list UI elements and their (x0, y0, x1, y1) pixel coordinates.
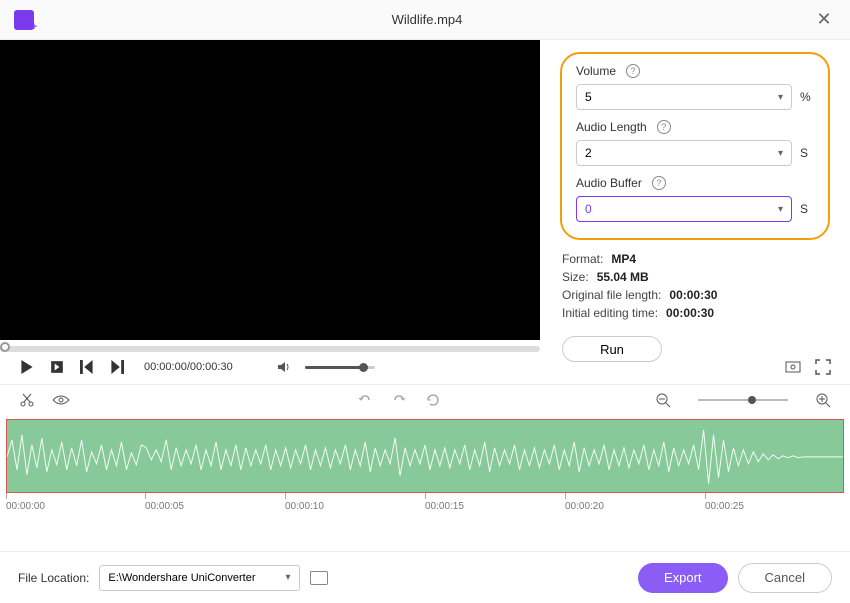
zoom-out-icon[interactable] (654, 391, 672, 409)
eye-icon[interactable] (52, 391, 70, 409)
seek-thumb[interactable] (0, 342, 10, 352)
playback-time: 00:00:00/00:00:30 (144, 361, 233, 373)
volume-slider[interactable] (305, 366, 375, 369)
run-button[interactable]: Run (562, 336, 662, 362)
chevron-down-icon: ▾ (778, 148, 783, 159)
audio-buffer-select[interactable]: 0 ▾ (576, 196, 792, 222)
audio-buffer-unit: S (800, 202, 814, 216)
audio-length-select[interactable]: 2 ▾ (576, 140, 792, 166)
cancel-button[interactable]: Cancel (738, 563, 832, 593)
close-icon[interactable]: ✕ (812, 8, 836, 32)
audio-length-unit: S (800, 146, 814, 160)
fullscreen-icon[interactable] (814, 358, 832, 376)
format-value: MP4 (611, 252, 636, 266)
file-location-value: E:\Wondershare UniConverter (108, 572, 255, 584)
size-value: 55.04 MB (597, 270, 649, 284)
volume-thumb[interactable] (359, 363, 368, 372)
volume-unit: % (800, 90, 814, 104)
chevron-down-icon: ▾ (286, 572, 291, 583)
chevron-down-icon: ▾ (778, 204, 783, 215)
seek-slider[interactable] (0, 346, 540, 352)
help-icon[interactable]: ? (657, 120, 671, 134)
help-icon[interactable]: ? (652, 176, 666, 190)
file-location-label: File Location: (18, 571, 89, 585)
format-label: Format: (562, 252, 603, 266)
next-icon[interactable] (108, 358, 126, 376)
window-title: Wildlife.mp4 (42, 12, 812, 27)
volume-value: 5 (585, 90, 592, 104)
timeline-ruler: 00:00:00 00:00:05 00:00:10 00:00:15 00:0… (0, 493, 850, 515)
redo-icon[interactable] (390, 391, 408, 409)
zoom-in-icon[interactable] (814, 391, 832, 409)
undo-icon[interactable] (356, 391, 374, 409)
help-icon[interactable]: ? (626, 64, 640, 78)
init-time-label: Initial editing time: (562, 306, 658, 320)
chevron-down-icon: ▾ (778, 92, 783, 103)
waveform-track[interactable] (6, 419, 844, 493)
app-icon (14, 10, 34, 30)
prev-icon[interactable] (78, 358, 96, 376)
play-icon[interactable] (18, 358, 36, 376)
zoom-thumb[interactable] (748, 396, 756, 404)
zoom-slider[interactable] (698, 399, 788, 401)
file-location-select[interactable]: E:\Wondershare UniConverter ▾ (99, 565, 299, 591)
orig-len-value: 00:00:30 (669, 288, 717, 302)
folder-icon[interactable] (310, 571, 328, 585)
size-label: Size: (562, 270, 589, 284)
refresh-icon[interactable] (424, 391, 442, 409)
video-preview[interactable] (0, 40, 540, 340)
audio-length-value: 2 (585, 146, 592, 160)
init-time-value: 00:00:30 (666, 306, 714, 320)
volume-label: Volume (576, 64, 616, 78)
cut-icon[interactable] (18, 391, 36, 409)
audio-buffer-label: Audio Buffer (576, 176, 642, 190)
stop-icon[interactable] (48, 358, 66, 376)
export-button[interactable]: Export (638, 563, 728, 593)
audio-buffer-value: 0 (585, 202, 592, 216)
audio-settings-group: Volume ? 5 ▾ % Audio Length ? (560, 52, 830, 240)
volume-icon[interactable] (275, 358, 293, 376)
volume-select[interactable]: 5 ▾ (576, 84, 792, 110)
orig-len-label: Original file length: (562, 288, 661, 302)
snapshot-icon[interactable] (784, 358, 802, 376)
audio-length-label: Audio Length (576, 120, 647, 134)
